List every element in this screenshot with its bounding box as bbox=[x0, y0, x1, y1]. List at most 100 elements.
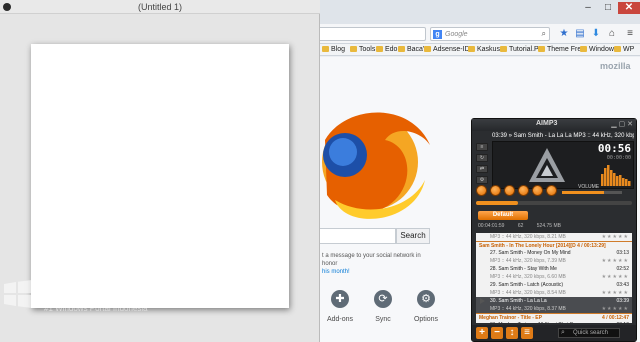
volume-label: VOLUME bbox=[578, 184, 600, 190]
track-tech-info: MP3 :: 44 kHz, 320 kbps, 6.60 MB bbox=[490, 274, 566, 280]
addons-label: Add-ons bbox=[326, 316, 354, 323]
rating-stars[interactable]: ★★★★★ bbox=[602, 273, 629, 281]
track-details-row[interactable]: MP3 :: 44 kHz, 320 kbps, 8.21 MB ★★★★★ bbox=[476, 233, 632, 241]
bookmark-windows[interactable]: Windows bbox=[580, 45, 617, 55]
remove-track-button[interactable]: − bbox=[491, 327, 503, 339]
playlist[interactable]: MP3 :: 44 kHz, 320 kbps, 8.21 MB ★★★★★ Sam… bbox=[476, 233, 632, 323]
bookmark-edo[interactable]: Edo bbox=[376, 45, 397, 55]
gear-icon: ⚙ bbox=[417, 290, 435, 308]
close-window-button[interactable]: ✕ bbox=[618, 2, 640, 14]
track-tech-info: MP3 :: 44 kHz, 320 kbps, 7.39 MB bbox=[490, 258, 566, 264]
track-tech-info: MP3 :: 44 kHz, 320 kbps, 8.54 MB bbox=[490, 290, 566, 296]
maximize-button[interactable]: □ bbox=[598, 2, 618, 14]
previous-button[interactable] bbox=[476, 185, 487, 196]
track-info: 03:39 » Sam Smith - La La La MP3 :: 44 k… bbox=[492, 133, 634, 139]
track-details-row[interactable]: MP3 :: 44 kHz, 320 kbps, 7.39 MB ★★★★★ bbox=[476, 257, 632, 265]
track-row[interactable]: 29. Sam Smith - Latch (Acoustic) 03:43 bbox=[476, 281, 632, 289]
track-title: 31. Meghan Trainor - All About That Bass bbox=[490, 322, 581, 323]
downloads-icon[interactable]: ⬇ bbox=[589, 27, 603, 41]
aimp-triangle-logo-icon bbox=[529, 148, 565, 182]
aimp-eq-button[interactable]: ≡ bbox=[476, 143, 488, 151]
pause-button[interactable] bbox=[504, 185, 515, 196]
stop-button[interactable] bbox=[518, 185, 529, 196]
seek-bar[interactable] bbox=[476, 201, 632, 205]
playlist-duration: 00:04:01:59 bbox=[478, 223, 505, 229]
addons-button[interactable]: ✚ Add-ons bbox=[320, 290, 360, 323]
windows-logo-icon bbox=[4, 280, 32, 308]
bookmark-kaskus[interactable]: Kaskus bbox=[468, 45, 500, 55]
bookmark-baca[interactable]: Baca' bbox=[398, 45, 424, 55]
winpoin-watermark: WinPoin #1 Windows Portal Indonesia bbox=[4, 270, 164, 330]
untitled-titlebar[interactable]: (Untitled 1) bbox=[0, 0, 320, 14]
track-row[interactable]: 30. Sam Smith - La La La 03:39 bbox=[476, 297, 632, 305]
track-tech-info: MP3 :: 44 kHz, 320 kbps, 8.37 MB bbox=[490, 306, 566, 312]
search-input[interactable]: Google bbox=[445, 29, 468, 40]
aimp-repeat-button[interactable]: ↻ bbox=[476, 154, 488, 162]
rating-stars[interactable]: ★★★★★ bbox=[602, 289, 629, 297]
search-bar[interactable]: g Google ⌕ bbox=[430, 27, 550, 41]
bookmark-tutorial[interactable]: Tutorial.PP bbox=[500, 45, 543, 55]
close-dot-icon[interactable] bbox=[3, 3, 11, 11]
next-button[interactable] bbox=[532, 185, 543, 196]
bookmark-star-icon[interactable]: ★ bbox=[557, 27, 571, 41]
playlist-size: 524.75 MB bbox=[536, 223, 561, 229]
volume-fill bbox=[562, 191, 604, 194]
track-details-row[interactable]: MP3 :: 44 kHz, 320 kbps, 8.37 MB ★★★★★ bbox=[476, 305, 632, 313]
sort-button[interactable]: ↕ bbox=[506, 327, 518, 339]
track-details-row[interactable]: MP3 :: 44 kHz, 320 kbps, 6.60 MB ★★★★★ bbox=[476, 273, 632, 281]
aimp-bottom-bar: + − ↕ ≡ ⌕ Quick search bbox=[472, 325, 636, 341]
track-duration: 03:10 bbox=[616, 321, 629, 323]
playlist-menu-button[interactable]: ≡ bbox=[521, 327, 533, 339]
aimp-settings-button[interactable]: ⚙ bbox=[476, 176, 488, 184]
home-search-input[interactable] bbox=[320, 228, 396, 244]
aimp-shuffle-button[interactable]: ⇄ bbox=[476, 165, 488, 173]
track-tech-info: MP3 :: 44 kHz, 320 kbps, 8.21 MB bbox=[490, 234, 566, 240]
home-search-button[interactable]: Search bbox=[396, 228, 430, 244]
snippet-link[interactable]: his month! bbox=[322, 269, 350, 275]
quick-search-input[interactable]: ⌕ Quick search bbox=[558, 328, 620, 338]
google-icon[interactable]: g bbox=[433, 30, 442, 39]
track-title: 28. Sam Smith - Stay With Me bbox=[490, 266, 557, 272]
volume-slider[interactable] bbox=[562, 191, 622, 194]
minimize-button[interactable]: – bbox=[578, 2, 598, 14]
playback-controls bbox=[476, 185, 566, 197]
aimp-player: AIMP3 ▁ ▢ ✕ 03:39 » Sam Smith - La La La… bbox=[471, 118, 637, 342]
playlist-group-header[interactable]: Meghan Trainor - Title - EP 4 / 00:12:47 bbox=[476, 313, 632, 321]
bookmark-theme-free[interactable]: Theme Free bbox=[538, 45, 585, 55]
play-button[interactable] bbox=[490, 185, 501, 196]
bookmark-tools[interactable]: Tools bbox=[350, 45, 375, 55]
bookmark-adsense[interactable]: Adsense-ID bbox=[424, 45, 470, 55]
bookmarks-menu-icon[interactable]: ▤ bbox=[573, 27, 587, 41]
folder-icon bbox=[580, 46, 587, 53]
bookmark-blog[interactable]: Blog bbox=[322, 45, 345, 55]
track-row[interactable]: 28. Sam Smith - Stay With Me 02:52 bbox=[476, 265, 632, 273]
folder-icon bbox=[398, 46, 405, 53]
open-button[interactable] bbox=[546, 185, 557, 196]
playlist-stats: 00:04:01:59 62 524.75 MB bbox=[478, 223, 628, 229]
playlist-group-header[interactable]: Sam Smith - In The Lonely Hour [2014][D … bbox=[476, 241, 632, 249]
rating-stars[interactable]: ★★★★★ bbox=[602, 305, 629, 313]
menu-icon[interactable]: ≡ bbox=[623, 27, 637, 41]
track-duration: 03:13 bbox=[616, 250, 629, 256]
track-row[interactable]: 31. Meghan Trainor - All About That Bass… bbox=[476, 321, 632, 323]
aimp-window-buttons[interactable]: ▁ ▢ ✕ bbox=[611, 120, 633, 128]
playlist-tab-default[interactable]: Default bbox=[478, 211, 528, 220]
add-track-button[interactable]: + bbox=[476, 327, 488, 339]
firefox-logo-icon bbox=[322, 112, 430, 219]
folder-icon bbox=[322, 46, 329, 53]
rating-stars[interactable]: ★★★★★ bbox=[602, 233, 629, 241]
aimp-titlebar[interactable]: AIMP3 ▁ ▢ ✕ bbox=[472, 119, 636, 131]
window-title: (Untitled 1) bbox=[137, 2, 182, 12]
track-details-row[interactable]: MP3 :: 44 kHz, 320 kbps, 8.54 MB ★★★★★ bbox=[476, 289, 632, 297]
rating-stars[interactable]: ★★★★★ bbox=[602, 257, 629, 265]
options-button[interactable]: ⚙ Options bbox=[406, 290, 446, 323]
group-summary: 4 / 00:12:47 bbox=[602, 315, 629, 321]
home-icon[interactable]: ⌂ bbox=[605, 27, 619, 41]
blank-canvas[interactable] bbox=[31, 44, 289, 308]
bookmark-wp[interactable]: WP bbox=[614, 45, 634, 55]
search-icon[interactable]: ⌕ bbox=[542, 29, 546, 39]
track-row[interactable]: 27. Sam Smith - Money On My Mind 03:13 bbox=[476, 249, 632, 257]
folder-icon bbox=[350, 46, 357, 53]
sync-button[interactable]: ⟳ Sync bbox=[363, 290, 403, 323]
search-icon: ⌕ bbox=[561, 329, 565, 336]
